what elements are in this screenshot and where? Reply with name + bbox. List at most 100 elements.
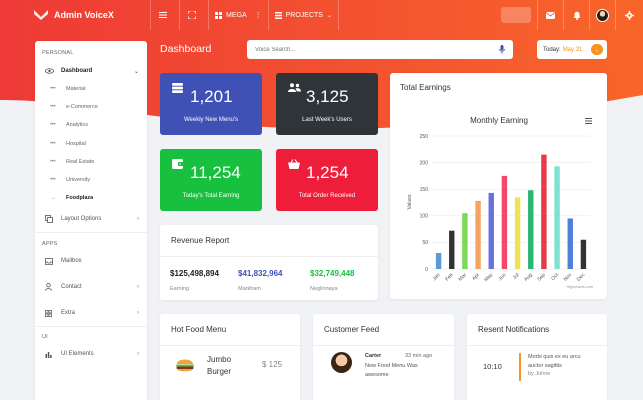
card-title: Resent Notifications bbox=[467, 314, 607, 346]
revenue-values: $125,498,894 Earning $41,832,964 Markham… bbox=[160, 257, 378, 292]
card-title: Total Earnings bbox=[400, 83, 451, 92]
burger-icon bbox=[176, 359, 194, 372]
inbox-icon bbox=[45, 257, 55, 265]
revenue-item: $41,832,964 Markham bbox=[228, 269, 296, 292]
notification-text: Morbi quis ex eu arcu auctor sagittis bbox=[528, 354, 581, 369]
sidebar-subitem-analytics[interactable]: ••• Analytics bbox=[35, 116, 147, 134]
card-title: Customer Feed bbox=[313, 314, 454, 346]
notifications-button[interactable] bbox=[563, 0, 589, 30]
chart-menu-icon[interactable] bbox=[585, 118, 592, 124]
chevron-right-icon: › bbox=[137, 351, 139, 358]
card-title: Hot Food Menu bbox=[160, 314, 300, 346]
dots-icon: ••• bbox=[50, 140, 56, 147]
chart-bar-oct[interactable] bbox=[554, 166, 560, 269]
sidebar-section-personal: PERSONAL bbox=[42, 50, 74, 56]
logo-icon bbox=[34, 10, 48, 20]
sidebar-item-label: Contact bbox=[61, 284, 82, 291]
chart-y-tick-label: 50 bbox=[422, 240, 428, 246]
brand-name: Admin VoiceX bbox=[54, 10, 114, 20]
search-input[interactable] bbox=[255, 46, 499, 53]
sidebar-section-apps: APPS bbox=[42, 241, 58, 248]
food-item-name: Jumbo Burger bbox=[207, 355, 232, 376]
chart-bar-feb[interactable] bbox=[449, 230, 455, 269]
sidebar-subitem-university[interactable]: ••• University bbox=[35, 171, 147, 189]
basket-icon bbox=[288, 159, 300, 169]
date-picker[interactable]: Today: May 31 ⌄ bbox=[537, 40, 607, 59]
stat-value: 3,125 bbox=[306, 87, 349, 106]
chart-y-tick-label: 250 bbox=[420, 134, 429, 140]
sidebar-subitem-hospital[interactable]: ••• Hospital bbox=[35, 135, 147, 153]
sidebar-item-label: Dashboard bbox=[61, 68, 93, 74]
food-item[interactable]: Jumbo Burger $ 125 bbox=[176, 354, 296, 384]
user-icon bbox=[45, 283, 55, 291]
list-icon bbox=[274, 11, 282, 19]
hot-food-menu-card: Hot Food Menu Jumbo Burger $ 125 bbox=[160, 314, 300, 400]
revenue-item: $32,749,448 Neglinnaya bbox=[296, 269, 368, 292]
sidebar-item-ui-elements[interactable]: UI Elements › bbox=[35, 345, 147, 363]
microphone-icon[interactable] bbox=[499, 45, 505, 54]
gear-icon bbox=[625, 10, 634, 20]
settings-button[interactable] bbox=[615, 0, 643, 30]
hamburger-icon bbox=[159, 12, 167, 18]
stat-card-total-earning[interactable]: 11,254 Today's Total Earning bbox=[160, 149, 262, 211]
chart-x-tick-label: Jul bbox=[512, 272, 521, 281]
chart-bar-may[interactable] bbox=[488, 192, 494, 269]
sidebar-item-mailbox[interactable]: Mailbox bbox=[35, 252, 147, 270]
mail-button[interactable] bbox=[537, 0, 563, 30]
sidebar-subitem-foodplaza[interactable]: → Foodplaza bbox=[35, 189, 147, 207]
chevron-down-icon: ⌄ bbox=[591, 44, 603, 55]
sidebar-item-contact[interactable]: Contact › bbox=[35, 278, 147, 296]
chart-x-tick-label: Feb bbox=[444, 272, 454, 282]
menu-toggle-button[interactable] bbox=[151, 0, 179, 30]
chart-bar-nov[interactable] bbox=[567, 218, 573, 269]
chart-bar-mar[interactable] bbox=[462, 213, 468, 269]
stat-card-orders[interactable]: 1,254 Total Order Received bbox=[276, 149, 378, 211]
feed-item[interactable]: Carter 33 min ago New Food Menu Was awes… bbox=[331, 352, 449, 388]
chart-bar-apr[interactable] bbox=[475, 200, 481, 269]
projects-menu-button[interactable]: PROJECTS ⌄ bbox=[269, 0, 338, 30]
nav-search-box[interactable] bbox=[501, 7, 531, 23]
sidebar-item-label: UI Elements bbox=[61, 351, 94, 358]
sidebar-item-label: Extra bbox=[61, 310, 76, 317]
chevron-down-icon: ⌄ bbox=[326, 12, 332, 19]
chart-x-tick-label: May bbox=[483, 272, 494, 283]
mega-menu-button[interactable]: MEGA ⋮ bbox=[209, 0, 268, 30]
sidebar-subitem-material[interactable]: ••• Material bbox=[35, 80, 147, 98]
stat-card-weekly-users[interactable]: 3,125 Last Week's Users bbox=[276, 73, 378, 135]
notification-item[interactable]: 10:10 Morbi quis ex eu arcu auctor sagit… bbox=[483, 352, 603, 386]
voice-search-bar bbox=[247, 40, 513, 59]
chevron-right-icon: › bbox=[137, 216, 139, 223]
chart-bar-dec[interactable] bbox=[580, 239, 587, 269]
stat-value: 11,254 bbox=[190, 163, 241, 182]
dots-icon: ••• bbox=[50, 177, 56, 184]
brand[interactable]: Admin VoiceX bbox=[0, 10, 150, 20]
feed-time: 33 min ago bbox=[405, 353, 433, 359]
stat-label: Last Week's Users bbox=[302, 117, 352, 123]
chart-bar-sep[interactable] bbox=[541, 154, 547, 269]
sidebar-subitem-ecommerce[interactable]: ••• e-Commerce bbox=[35, 98, 147, 116]
profile-button[interactable] bbox=[589, 0, 615, 30]
chart-bar-jul[interactable] bbox=[514, 197, 521, 269]
fullscreen-icon bbox=[188, 11, 196, 19]
chart-y-axis-label: Values bbox=[407, 194, 413, 209]
stat-card-weekly-menus[interactable]: 1,201 Weekly New Menu's bbox=[160, 73, 262, 135]
sidebar-item-label: Mailbox bbox=[61, 258, 82, 265]
sidebar-subitem-label: University bbox=[66, 177, 91, 184]
revenue-item: $125,498,894 Earning bbox=[170, 269, 228, 292]
card-title: Revenue Report bbox=[160, 225, 378, 257]
today-date: May 31 bbox=[562, 46, 583, 53]
revenue-value: $41,832,964 bbox=[238, 269, 283, 278]
page-title: Dashboard bbox=[160, 43, 212, 55]
sidebar-item-extra[interactable]: Extra › bbox=[35, 304, 147, 322]
chart-x-tick-label: Jan bbox=[432, 272, 442, 282]
chart-bar-aug[interactable] bbox=[528, 190, 534, 269]
dots-icon: ••• bbox=[50, 86, 56, 93]
sidebar-item-layout-options[interactable]: Layout Options › bbox=[35, 210, 147, 228]
chart-bar-jan[interactable] bbox=[435, 253, 442, 269]
dots-icon: ••• bbox=[50, 158, 56, 165]
sidebar-subitem-label: e-Commerce bbox=[66, 104, 98, 111]
fullscreen-button[interactable] bbox=[180, 0, 208, 30]
chart-bar-jun[interactable] bbox=[501, 175, 508, 269]
sidebar-subitem-real-estate[interactable]: ••• Real Estate bbox=[35, 153, 147, 171]
sidebar-item-dashboard[interactable]: Dashboard ⌄ bbox=[35, 62, 147, 80]
